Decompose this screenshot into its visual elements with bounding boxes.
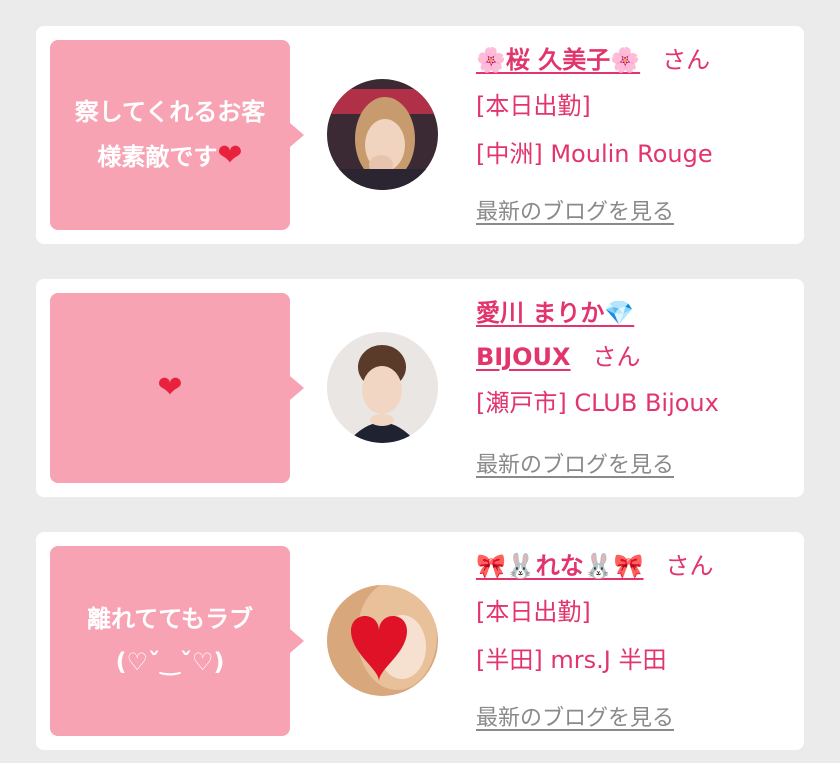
message-bubble: 察してくれるお客 様素敵です❤	[50, 40, 304, 230]
message-bubble: ❤	[50, 293, 304, 483]
heart-icon: ❤	[157, 369, 183, 405]
message-bubble: 離れててもラブ (♡ˇ‿ˇ♡)	[50, 546, 304, 736]
cast-name-link[interactable]: 愛川 まりか💎	[476, 293, 634, 328]
shop-text: [中洲] Moulin Rouge	[476, 140, 713, 168]
avatar[interactable]	[327, 332, 438, 443]
cast-card[interactable]: ❤ 愛川 まりか💎 BIJOUX さん [瀬戸市] CLUB Bijoux 最新…	[36, 279, 804, 497]
shop-text: [瀬戸市] CLUB Bijoux	[476, 389, 719, 417]
cast-card[interactable]: 察してくれるお客 様素敵です❤ 🌸桜 久美子🌸 さん [本日出勤] [中洲] M…	[36, 26, 804, 244]
cast-name-link-second[interactable]: BIJOUX	[476, 343, 571, 371]
blog-link[interactable]: 最新のブログを見る	[476, 447, 674, 479]
blog-link[interactable]: 最新のブログを見る	[476, 194, 674, 226]
avatar[interactable]	[327, 585, 438, 696]
honorific: さん	[662, 46, 711, 74]
honorific: さん	[665, 552, 714, 580]
cast-name-link[interactable]: 🎀🐰れな🐰🎀	[476, 546, 644, 581]
avatar[interactable]	[327, 79, 438, 190]
status-text: [本日出勤]	[476, 92, 591, 120]
message-text: 離れててもラブ (♡ˇ‿ˇ♡)	[86, 605, 254, 676]
status-text: [本日出勤]	[476, 598, 591, 626]
cast-name-link[interactable]: 🌸桜 久美子🌸	[476, 40, 640, 75]
cast-card[interactable]: 離れててもラブ (♡ˇ‿ˇ♡) 🎀🐰れな🐰🎀 さん [本日出勤] [半田] mr…	[36, 532, 804, 750]
shop-text: [半田] mrs.J 半田	[476, 646, 667, 674]
heart-icon: ❤	[217, 138, 243, 173]
honorific: さん	[592, 343, 641, 371]
blog-link[interactable]: 最新のブログを見る	[476, 700, 674, 732]
